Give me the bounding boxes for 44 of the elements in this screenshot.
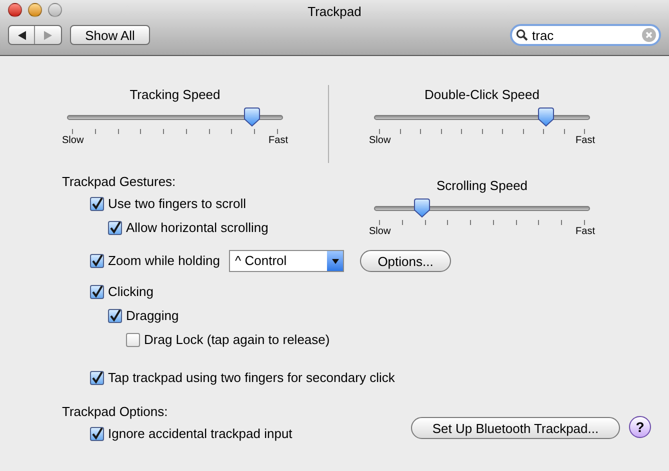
slider-title: Double-Click Speed — [424, 86, 540, 104]
checkbox[interactable] — [108, 221, 122, 235]
slow-label: Slow — [369, 136, 391, 146]
checkbox[interactable] — [90, 427, 104, 441]
slow-label: Slow — [62, 136, 84, 146]
help-button[interactable]: ? — [629, 416, 651, 438]
search-field[interactable]: trac — [510, 24, 661, 46]
zoom-button[interactable] — [48, 3, 62, 17]
dropdown-value: ^ Control — [234, 252, 288, 270]
minimize-button[interactable] — [28, 3, 42, 17]
checkbox[interactable] — [126, 333, 140, 347]
slow-label: Slow — [369, 226, 391, 236]
fast-label: Fast — [576, 136, 595, 146]
checkbox[interactable] — [108, 309, 122, 323]
slider-thumb[interactable] — [413, 198, 432, 218]
slider-title: Scrolling Speed — [436, 177, 528, 195]
checkbox[interactable] — [90, 371, 104, 385]
slider-thumb[interactable] — [537, 106, 556, 126]
checkbox-label: Dragging — [126, 307, 179, 326]
forward-arrow-icon — [44, 30, 52, 40]
set-up-bluetooth-trackpad-button[interactable]: Set Up Bluetooth Trackpad... — [411, 417, 620, 439]
checkbox-label: Tap trackpad using two fingers for secondary click — [108, 369, 395, 388]
slider-thumb[interactable] — [243, 106, 262, 126]
checkbox-label: Ignore accidental trackpad input — [108, 425, 292, 444]
checkbox[interactable] — [90, 197, 104, 211]
section-heading: Trackpad Options: — [62, 403, 168, 421]
checkbox-label: Clicking — [108, 283, 154, 302]
slider-title: Tracking Speed — [130, 86, 220, 104]
checkbox-label: Allow horizontal scrolling — [126, 219, 268, 238]
window-title: Trackpad — [308, 3, 362, 21]
fast-label: Fast — [576, 226, 595, 236]
search-icon — [516, 29, 528, 41]
checkbox-label: Zoom while holding — [108, 252, 220, 270]
checkbox[interactable] — [90, 285, 104, 299]
close-button[interactable] — [8, 3, 22, 17]
checkbox-label: Drag Lock (tap again to release) — [144, 331, 330, 350]
checkbox[interactable] — [90, 254, 104, 268]
show-all-button[interactable]: Show All — [70, 25, 150, 45]
checkbox-label: Use two fingers to scroll — [108, 195, 246, 214]
modifier-dropdown[interactable]: ^ Control — [229, 250, 344, 272]
back-arrow-icon — [18, 30, 26, 40]
options-button[interactable]: Options... — [360, 250, 452, 272]
section-heading: Trackpad Gestures: — [62, 173, 176, 191]
fast-label: Fast — [268, 136, 288, 146]
